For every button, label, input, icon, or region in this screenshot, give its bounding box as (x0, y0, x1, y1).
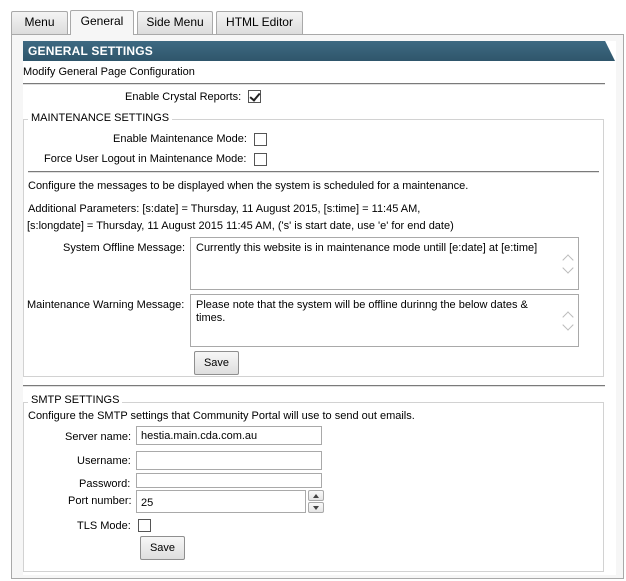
divider (23, 83, 605, 85)
port-number-spinner[interactable] (308, 490, 324, 513)
section-banner: GENERAL SETTINGS (23, 41, 605, 61)
tab-side-menu[interactable]: Side Menu (137, 11, 213, 34)
spin-up-icon[interactable] (308, 490, 324, 501)
tls-mode-checkbox[interactable] (138, 519, 151, 532)
enable-maintenance-checkbox[interactable] (254, 133, 267, 146)
offline-message-label: System Offline Message: (63, 242, 186, 254)
password-label: Password: (79, 478, 131, 490)
offline-message-text: Currently this website is in maintenance… (196, 242, 538, 254)
offline-message-textarea[interactable]: Currently this website is in maintenance… (190, 237, 579, 290)
port-number-input[interactable] (136, 490, 306, 513)
crystal-reports-checkbox[interactable] (248, 90, 261, 103)
tab-panel: GENERAL SETTINGS Modify General Page Con… (11, 34, 624, 579)
enable-maintenance-label: Enable Maintenance Mode: (113, 133, 247, 145)
parameters-line-2: [s:longdate] = Thursday, 11 August 2015 … (27, 220, 454, 232)
port-number-label: Port number: (68, 495, 132, 507)
tab-html-editor[interactable]: HTML Editor (216, 11, 303, 34)
smtp-intro: Configure the SMTP settings that Communi… (28, 410, 415, 422)
server-name-input[interactable] (136, 426, 322, 445)
warning-message-text: Please note that the system will be offl… (196, 299, 528, 324)
banner-tip (593, 41, 615, 61)
smtp-legend: SMTP SETTINGS (28, 394, 123, 406)
maintenance-intro: Configure the messages to be displayed w… (28, 180, 469, 192)
username-input[interactable] (136, 451, 322, 470)
resize-arrows-icon[interactable] (562, 254, 575, 276)
resize-arrows-icon[interactable] (562, 311, 575, 333)
section-title: GENERAL SETTINGS (28, 44, 153, 58)
warning-message-label: Maintenance Warning Message: (27, 299, 185, 311)
section-subtitle: Modify General Page Configuration (23, 66, 195, 78)
general-settings-content: GENERAL SETTINGS Modify General Page Con… (23, 41, 616, 575)
tab-general[interactable]: General (70, 10, 134, 35)
tls-mode-label: TLS Mode: (77, 520, 131, 532)
divider (28, 171, 599, 173)
password-input[interactable] (136, 473, 322, 488)
tab-bar: Menu General Side Menu HTML Editor (0, 0, 626, 35)
username-label: Username: (77, 455, 131, 467)
divider (23, 385, 605, 387)
maintenance-legend: MAINTENANCE SETTINGS (28, 112, 173, 124)
warning-message-textarea[interactable]: Please note that the system will be offl… (190, 294, 579, 347)
parameters-line-1: Additional Parameters: [s:date] = Thursd… (28, 203, 421, 215)
crystal-reports-label: Enable Crystal Reports: (125, 91, 242, 103)
force-logout-checkbox[interactable] (254, 153, 267, 166)
maintenance-save-button[interactable]: Save (194, 351, 239, 375)
force-logout-label: Force User Logout in Maintenance Mode: (44, 153, 247, 165)
server-name-label: Server name: (65, 431, 132, 443)
spin-down-icon[interactable] (308, 502, 324, 513)
smtp-save-button[interactable]: Save (140, 536, 185, 560)
tab-menu[interactable]: Menu (11, 11, 68, 34)
